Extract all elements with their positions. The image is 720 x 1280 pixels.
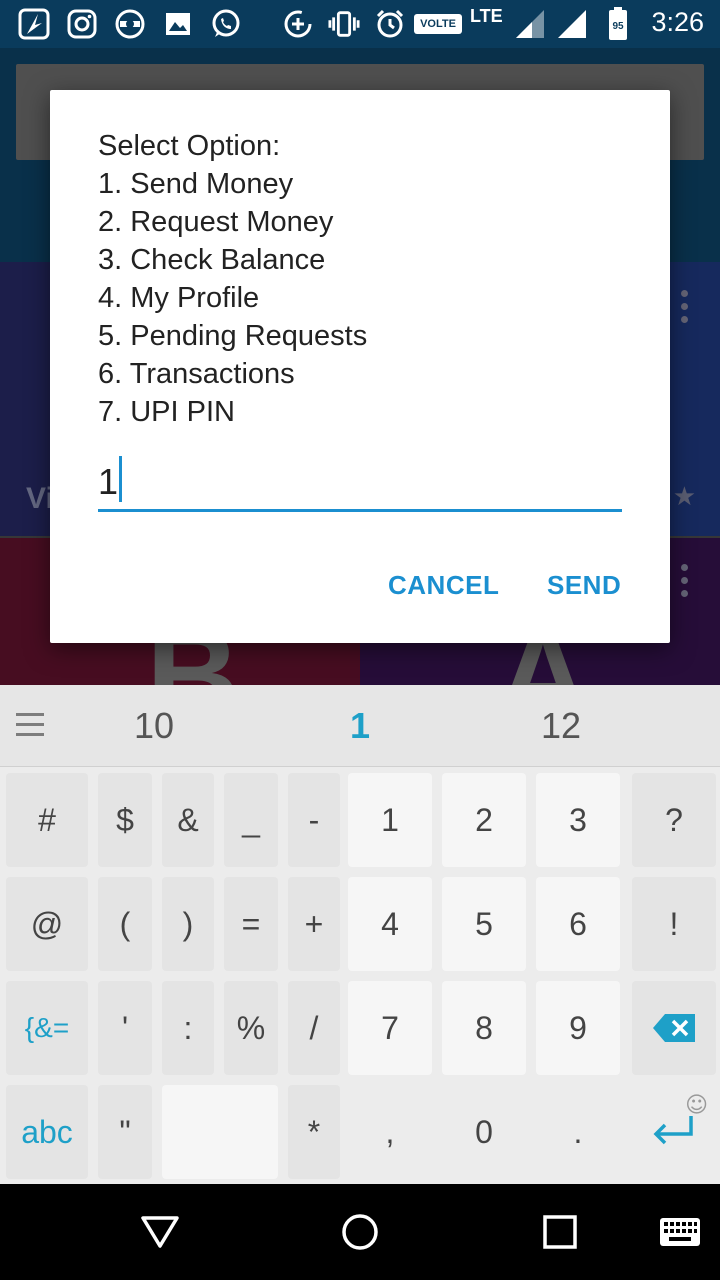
input-value: 1 <box>98 461 119 502</box>
key-9[interactable]: 9 <box>536 981 620 1075</box>
keyboard-menu-icon[interactable] <box>16 713 44 736</box>
back-button[interactable] <box>132 1204 188 1260</box>
wifi-signal-icon <box>556 8 588 40</box>
menu-option: 6. Transactions <box>98 358 295 390</box>
key-backspace[interactable] <box>632 981 716 1075</box>
key-dollar[interactable]: $ <box>98 773 152 867</box>
alarm-icon <box>374 8 406 40</box>
key-more-symbols[interactable]: {&= <box>6 981 88 1075</box>
enter-icon <box>653 1116 693 1145</box>
data-saver-icon <box>282 8 314 40</box>
key-7[interactable]: 7 <box>348 981 432 1075</box>
menu-option: 7. UPI PIN <box>98 396 235 428</box>
backspace-icon <box>653 1014 695 1042</box>
text-cursor <box>119 456 123 502</box>
menu-option: 2. Request Money <box>98 206 334 238</box>
key-hash[interactable]: # <box>6 773 88 867</box>
key-5[interactable]: 5 <box>442 877 526 971</box>
keyboard-switch-button[interactable] <box>652 1204 708 1260</box>
lte-label: LTE <box>470 6 503 26</box>
key-at[interactable]: @ <box>6 877 88 971</box>
key-4[interactable]: 4 <box>348 877 432 971</box>
gallery-icon <box>162 8 194 40</box>
key-slash[interactable]: / <box>288 981 340 1075</box>
send-button[interactable]: SEND <box>547 570 621 601</box>
keyboard: 10 1 12 # $ & _ - 1 2 3 ? @ ( ) = + 4 5 … <box>0 685 720 1184</box>
status-bar: VOLTE LTE 95 3:26 <box>0 0 720 48</box>
network-icon <box>114 8 146 40</box>
ussd-dialog: Select Option: 1. Send Money 2. Request … <box>50 90 670 643</box>
space-key[interactable] <box>162 1085 278 1179</box>
key-asterisk[interactable]: * <box>288 1085 340 1179</box>
key-8[interactable]: 8 <box>442 981 526 1075</box>
key-1[interactable]: 1 <box>348 773 432 867</box>
battery-icon: 95 <box>602 7 634 40</box>
key-paren-close[interactable]: ) <box>162 877 214 971</box>
key-6[interactable]: 6 <box>536 877 620 971</box>
home-icon <box>342 1214 378 1250</box>
signal-icon <box>514 8 546 40</box>
whatsapp-icon <box>210 8 242 40</box>
keyboard-icon <box>660 1218 700 1246</box>
key-period[interactable]: . <box>536 1085 620 1179</box>
key-colon[interactable]: : <box>162 981 214 1075</box>
menu-option: 5. Pending Requests <box>98 320 368 352</box>
battery-level: 95 <box>612 21 624 32</box>
suggestion-selected[interactable]: 1 <box>350 705 370 747</box>
menu-option: 3. Check Balance <box>98 244 326 276</box>
key-question[interactable]: ? <box>632 773 716 867</box>
clock: 3:26 <box>651 7 704 37</box>
cancel-button[interactable]: CANCEL <box>388 570 499 601</box>
menu-option: 1. Send Money <box>98 168 294 200</box>
key-exclamation[interactable]: ! <box>632 877 716 971</box>
suggestion[interactable]: 10 <box>134 705 174 747</box>
suggestion-bar: 10 1 12 <box>0 685 720 767</box>
key-underscore[interactable]: _ <box>224 773 278 867</box>
key-abc[interactable]: abc <box>6 1085 88 1179</box>
dialog-title: Select Option: <box>98 130 281 162</box>
back-icon <box>141 1216 179 1248</box>
key-2[interactable]: 2 <box>442 773 526 867</box>
menu-option: 4. My Profile <box>98 282 260 314</box>
key-0[interactable]: 0 <box>442 1085 526 1179</box>
navigation-bar <box>0 1184 720 1280</box>
key-apostrophe[interactable]: ' <box>98 981 152 1075</box>
key-comma[interactable]: , <box>348 1085 432 1179</box>
key-equals[interactable]: = <box>224 877 278 971</box>
key-paren-open[interactable]: ( <box>98 877 152 971</box>
option-input[interactable]: 1 <box>98 452 622 512</box>
key-quote[interactable]: " <box>98 1085 152 1179</box>
instagram-icon <box>66 8 98 40</box>
emoji-icon[interactable]: ☺ <box>685 1093 708 1118</box>
suggestion[interactable]: 12 <box>541 705 581 747</box>
key-minus[interactable]: - <box>288 773 340 867</box>
key-percent[interactable]: % <box>224 981 278 1075</box>
recents-icon <box>543 1215 577 1249</box>
recents-button[interactable] <box>532 1204 588 1260</box>
home-button[interactable] <box>332 1204 388 1260</box>
key-plus[interactable]: + <box>288 877 340 971</box>
volte-icon: VOLTE <box>414 14 462 34</box>
vibrate-icon <box>328 8 360 40</box>
app-icon <box>18 8 50 40</box>
key-ampersand[interactable]: & <box>162 773 214 867</box>
key-3[interactable]: 3 <box>536 773 620 867</box>
